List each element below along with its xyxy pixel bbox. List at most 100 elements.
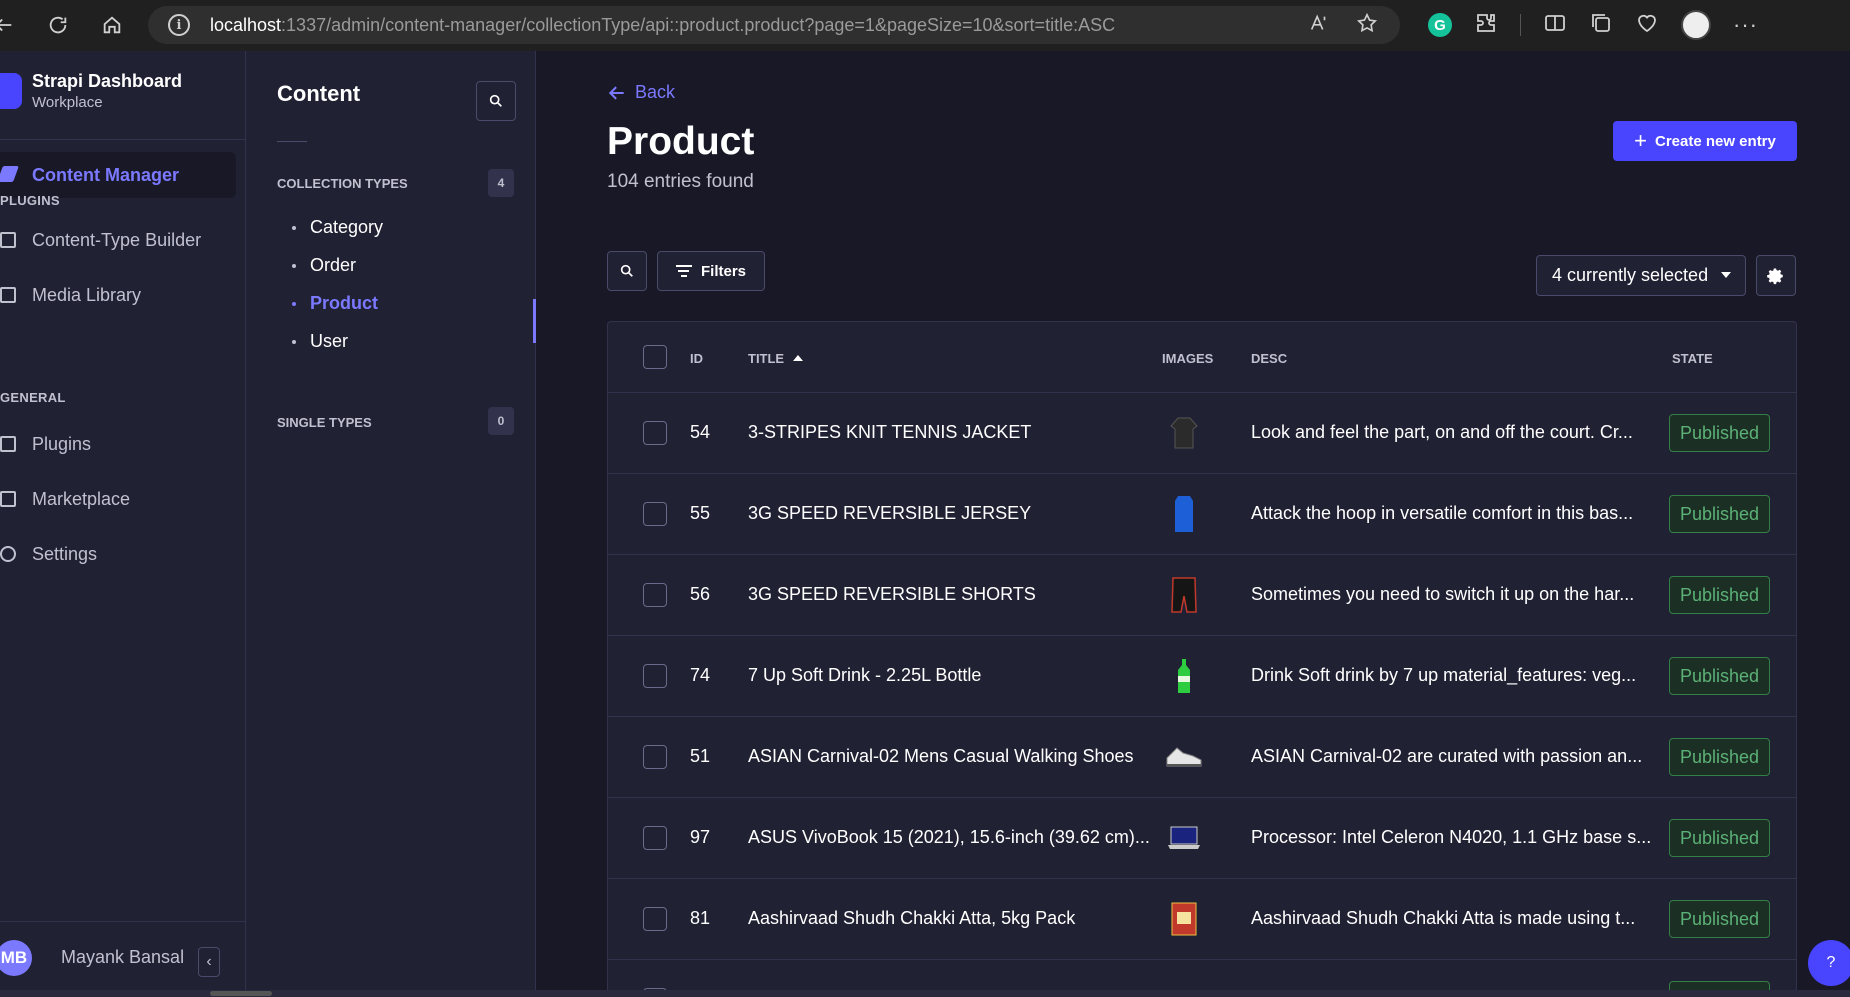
table-header: ID TITLE IMAGES DESC STATE <box>608 322 1796 393</box>
row-checkbox[interactable] <box>643 745 667 769</box>
product-thumbnail-shorts <box>1164 575 1204 615</box>
filters-label: Filters <box>700 262 746 280</box>
row-checkbox[interactable] <box>643 502 667 526</box>
status-badge: Published <box>1669 657 1770 695</box>
nav-item-marketplace[interactable]: Marketplace <box>0 484 240 514</box>
columns-select[interactable]: 4 currently selected <box>1536 255 1746 296</box>
gear-icon <box>1767 268 1783 284</box>
view-settings-button[interactable] <box>1756 255 1796 296</box>
content-sub-navigation: Content COLLECTION TYPES 4 Category Orde… <box>246 51 536 997</box>
column-header-title[interactable]: TITLE <box>748 351 804 366</box>
brand-title: Strapi Dashboard <box>32 71 183 91</box>
home-icon[interactable] <box>94 7 130 43</box>
nav-item-settings[interactable]: Settings <box>0 539 240 569</box>
nav-item-media-library[interactable]: Media Library <box>0 280 240 310</box>
scrollbar-thumb[interactable] <box>210 991 272 996</box>
cell-title: 7 Up Soft Drink - 2.25L Bottle <box>748 665 982 685</box>
nav-item-label: Content-Type Builder <box>32 229 202 250</box>
favorite-star-icon[interactable] <box>1356 12 1378 39</box>
collapse-nav-button[interactable]: ‹ <box>198 947 220 977</box>
filters-button[interactable]: Filters <box>657 251 765 291</box>
profile-avatar[interactable] <box>1681 10 1711 40</box>
search-icon <box>489 94 502 107</box>
cell-id: 55 <box>690 503 711 523</box>
bullet-icon <box>292 339 296 344</box>
back-link[interactable]: Back <box>607 82 675 103</box>
extensions-icon[interactable] <box>1474 11 1498 40</box>
status-badge: Published <box>1669 819 1770 857</box>
back-arrow-icon[interactable] <box>0 7 22 43</box>
split-screen-icon[interactable] <box>1543 11 1567 40</box>
horizontal-scrollbar[interactable] <box>0 990 1850 997</box>
help-button[interactable]: ? <box>1808 940 1850 986</box>
table-search-button[interactable] <box>607 251 647 291</box>
nav-item-plugins[interactable]: Plugins <box>0 429 240 459</box>
url-host: localhost <box>210 14 282 35</box>
row-checkbox[interactable] <box>643 664 667 688</box>
puzzle-icon <box>0 436 16 452</box>
refresh-icon[interactable] <box>40 7 76 43</box>
table-row[interactable]: 81 Aashirvaad Shudh Chakki Atta, 5kg Pac… <box>608 879 1796 960</box>
read-aloud-icon[interactable] <box>1308 12 1330 39</box>
grammarly-icon[interactable]: G <box>1428 13 1452 37</box>
columns-select-value: 4 currently selected <box>1552 265 1709 285</box>
sub-nav-item-category[interactable]: Category <box>292 217 383 238</box>
row-checkbox[interactable] <box>643 907 667 931</box>
arrow-left-icon <box>608 85 624 100</box>
table-row[interactable]: 54 3-STRIPES KNIT TENNIS JACKET Look and… <box>608 393 1796 474</box>
cell-title: 3G SPEED REVERSIBLE SHORTS <box>748 584 1036 604</box>
strapi-logo-icon <box>0 73 22 109</box>
row-checkbox[interactable] <box>643 583 667 607</box>
cell-desc: Processor: Intel Celeron N4020, 1.1 GHz … <box>1251 827 1652 847</box>
column-header-desc[interactable]: DESC <box>1251 351 1287 366</box>
sub-nav-item-label: Category <box>310 217 384 237</box>
table-row[interactable]: 55 3G SPEED REVERSIBLE JERSEY Attack the… <box>608 474 1796 555</box>
create-new-entry-button[interactable]: + Create new entry <box>1613 121 1797 161</box>
single-types-label: SINGLE TYPES <box>277 415 372 430</box>
row-checkbox[interactable] <box>643 421 667 445</box>
chevron-left-icon: ‹ <box>206 953 212 970</box>
nav-section-plugins: PLUGINS <box>0 193 60 208</box>
divider <box>0 921 246 922</box>
status-badge: Published <box>1669 738 1770 776</box>
sub-nav-item-order[interactable]: Order <box>292 255 356 276</box>
single-types-count: 0 <box>488 407 514 435</box>
cell-desc: ASIAN Carnival-02 are curated with passi… <box>1251 746 1643 766</box>
plus-icon: + <box>1634 128 1647 153</box>
user-name[interactable]: Mayank Bansal <box>61 947 184 968</box>
divider <box>277 141 307 142</box>
column-header-state[interactable]: STATE <box>1672 351 1713 366</box>
cell-desc: Aashirvaad Shudh Chakki Atta is made usi… <box>1251 908 1636 928</box>
row-checkbox[interactable] <box>643 826 667 850</box>
table-row[interactable]: 74 7 Up Soft Drink - 2.25L Bottle Drink … <box>608 636 1796 717</box>
nav-item-label: Plugins <box>32 433 92 454</box>
collection-types-label: COLLECTION TYPES <box>277 176 408 191</box>
table-row[interactable]: 97 ASUS VivoBook 15 (2021), 15.6-inch (3… <box>608 798 1796 879</box>
user-avatar[interactable]: MB <box>0 940 32 976</box>
address-bar[interactable]: i localhost:1337/admin/content-manager/c… <box>148 6 1400 44</box>
column-header-label: TITLE <box>748 351 785 366</box>
create-label: Create new entry <box>1654 132 1776 150</box>
back-label: Back <box>635 82 676 102</box>
more-options-icon[interactable]: ··· <box>1733 12 1758 38</box>
product-thumbnail-bottle <box>1164 656 1204 696</box>
nav-item-content-manager[interactable]: Content Manager <box>0 152 236 198</box>
bullet-icon <box>292 225 296 230</box>
performance-icon[interactable] <box>1635 11 1659 40</box>
table-row[interactable]: 51 ASIAN Carnival-02 Mens Casual Walking… <box>608 717 1796 798</box>
nav-item-label: Content Manager <box>32 164 180 185</box>
sub-nav-item-product[interactable]: Product <box>292 293 378 314</box>
product-thumbnail-laptop <box>1164 818 1204 858</box>
select-all-checkbox[interactable] <box>643 345 667 369</box>
sub-nav-item-label: Product <box>310 293 379 313</box>
sub-nav-item-user[interactable]: User <box>292 331 348 352</box>
nav-item-content-type-builder[interactable]: Content-Type Builder <box>0 225 240 255</box>
sub-nav-title: Content <box>277 81 361 106</box>
collections-icon[interactable] <box>1589 11 1613 40</box>
column-header-id[interactable]: ID <box>690 351 703 366</box>
entries-table: ID TITLE IMAGES DESC STATE 54 3-STRIPES … <box>607 321 1797 997</box>
sub-nav-search-button[interactable] <box>476 81 516 121</box>
cell-id: 97 <box>690 827 711 847</box>
site-info-icon[interactable]: i <box>168 14 190 36</box>
table-row[interactable]: 56 3G SPEED REVERSIBLE SHORTS Sometimes … <box>608 555 1796 636</box>
